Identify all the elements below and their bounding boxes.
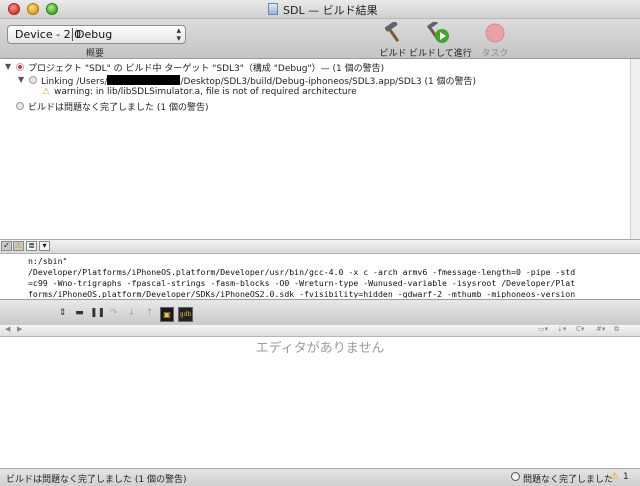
title-bar: SDL — ビルド結果 bbox=[0, 0, 640, 19]
warning-icon[interactable]: ⚠ bbox=[610, 471, 619, 482]
step-into-icon[interactable]: ↓ bbox=[126, 309, 137, 318]
no-editor-message: エディタがありません bbox=[255, 341, 385, 356]
error-status-icon bbox=[16, 63, 24, 71]
warning-icon: ⚠ bbox=[42, 87, 51, 97]
minimize-window-button[interactable] bbox=[27, 3, 39, 15]
list-item[interactable]: ビルドは問題なく完了しました (1 個の警告) bbox=[0, 100, 630, 113]
warning-count[interactable]: 1 bbox=[623, 472, 629, 482]
filter-menu-chevron-down-icon[interactable]: ▾ bbox=[39, 241, 50, 251]
overview-popup[interactable]: Device - 2.0 Debug ▴ ▾ bbox=[7, 25, 186, 44]
overview-label: 概要 bbox=[86, 49, 105, 59]
status-message: ビルドは問題なく完了しました (1 個の警告) bbox=[6, 475, 187, 485]
transcript-line: forms/iPhoneOS.platform/Developer/SDKs/i… bbox=[28, 289, 576, 298]
stop-tasks-icon bbox=[485, 23, 505, 43]
build-transcript: n:/sbin" /Developer/Platforms/iPhoneOS.p… bbox=[0, 254, 640, 298]
show-transcript-icon[interactable]: ≣ bbox=[26, 241, 37, 251]
build-and-run-button[interactable]: ビルドして進行 bbox=[409, 22, 472, 59]
transcript-line: =c99 -Wno-trigraphs -fpascal-strings -fa… bbox=[28, 278, 576, 288]
status-result: 問題なく完了しました bbox=[523, 475, 614, 485]
list-item[interactable]: ⚠ warning: in lib/libSDLSimulator.a, fil… bbox=[0, 87, 630, 100]
status-checkmark-icon bbox=[511, 472, 520, 481]
forward-arrow-icon[interactable]: ▶ bbox=[17, 325, 22, 333]
build-summary-line: ビルドは問題なく完了しました (1 個の警告) bbox=[28, 103, 209, 113]
linking-line: Linking /Users/ /Desktop/SDL3/build/Debug… bbox=[41, 74, 476, 87]
debugger-window-icon[interactable]: ▣ bbox=[160, 307, 174, 322]
disclosure-triangle-icon[interactable]: ▼ bbox=[5, 62, 11, 71]
disclosure-triangle-icon[interactable]: ▼ bbox=[18, 75, 24, 84]
window-title: SDL — ビルド結果 bbox=[283, 4, 378, 17]
console-window-icon[interactable]: gdb bbox=[178, 307, 193, 322]
step-over-icon[interactable]: ↷ bbox=[108, 309, 119, 318]
summary-status-icon bbox=[16, 102, 24, 110]
pause-icon[interactable]: ❚❚ bbox=[90, 309, 105, 318]
results-filter-bar: ✓ ⚠ ≣ ▾ bbox=[0, 239, 640, 254]
included-files-icon[interactable]: #▾ bbox=[596, 325, 605, 333]
counterpart-icon[interactable]: ⧉ bbox=[614, 325, 619, 334]
warning-line: warning: in lib/libSDLSimulator.a, file … bbox=[54, 87, 357, 97]
zoom-window-button[interactable] bbox=[46, 3, 58, 15]
transcript-line: /Developer/Platforms/iPhoneOS.platform/D… bbox=[28, 267, 576, 277]
debugger-bar: ⇕ ▬ ❚❚ ↷ ↓ ↑ ▣ gdb bbox=[0, 299, 640, 327]
popup-separator bbox=[72, 28, 73, 41]
redacted-username bbox=[107, 75, 181, 85]
step-status-icon bbox=[29, 76, 37, 84]
results-scrollbar[interactable] bbox=[630, 59, 640, 239]
project-build-line: プロジェクト "SDL" の ビルド中 ターゲット "SDL3"（構成 "Deb… bbox=[28, 64, 385, 74]
build-and-go-icon bbox=[427, 22, 449, 43]
show-all-checkmark-icon[interactable]: ✓ bbox=[1, 241, 12, 251]
close-window-button[interactable] bbox=[8, 3, 20, 15]
tasks-button[interactable]: タスク bbox=[466, 22, 524, 59]
list-item[interactable]: ▼ Linking /Users/ /Desktop/SDL3/build/Deb… bbox=[0, 74, 630, 87]
status-bar: ビルドは問題なく完了しました (1 個の警告) 問題なく完了しました ⚠ 1 bbox=[0, 468, 640, 486]
list-item[interactable]: ▼ プロジェクト "SDL" の ビルド中 ターゲット "SDL3"（構成 "D… bbox=[0, 61, 630, 74]
project-document-icon bbox=[268, 3, 278, 15]
active-configuration-label: Debug bbox=[76, 28, 113, 41]
popup-arrows-icon: ▴ ▾ bbox=[176, 26, 181, 44]
tasks-label: タスク bbox=[481, 49, 509, 59]
editor-navigation-bar: ◀ ▶ ▭▾ ⇣▾ C▾ #▾ ⧉ bbox=[0, 325, 640, 337]
breakpoints-popup-icon[interactable]: ⇣▾ bbox=[557, 325, 566, 333]
transcript-line: n:/sbin" bbox=[28, 256, 68, 266]
build-and-run-label: ビルドして進行 bbox=[409, 49, 472, 59]
hammer-icon bbox=[384, 22, 399, 42]
back-arrow-icon[interactable]: ◀ bbox=[5, 325, 10, 333]
toolbar: Device - 2.0 Debug ▴ ▾ 概要 ビルド ビルドして進行 タスク bbox=[0, 19, 640, 59]
editor-area[interactable]: エディタがありません bbox=[0, 337, 640, 468]
build-results-list: ▼ プロジェクト "SDL" の ビルド中 ターゲット "SDL3"（構成 "D… bbox=[0, 59, 640, 239]
show-warnings-icon[interactable]: ⚠ bbox=[13, 241, 24, 251]
breakpoints-toggle-icon[interactable]: ▬ bbox=[74, 309, 85, 318]
linking-prefix: Linking /Users/ bbox=[41, 77, 108, 87]
linking-suffix: /Desktop/SDL3/build/Debug-iphoneos/SDL3.… bbox=[180, 77, 477, 87]
thread-popup-arrows-icon[interactable]: ⇕ bbox=[57, 309, 68, 318]
step-out-icon[interactable]: ↑ bbox=[144, 309, 155, 318]
bookmarks-popup-icon[interactable]: ▭▾ bbox=[538, 325, 548, 333]
class-hierarchy-icon[interactable]: C▾ bbox=[576, 325, 584, 333]
